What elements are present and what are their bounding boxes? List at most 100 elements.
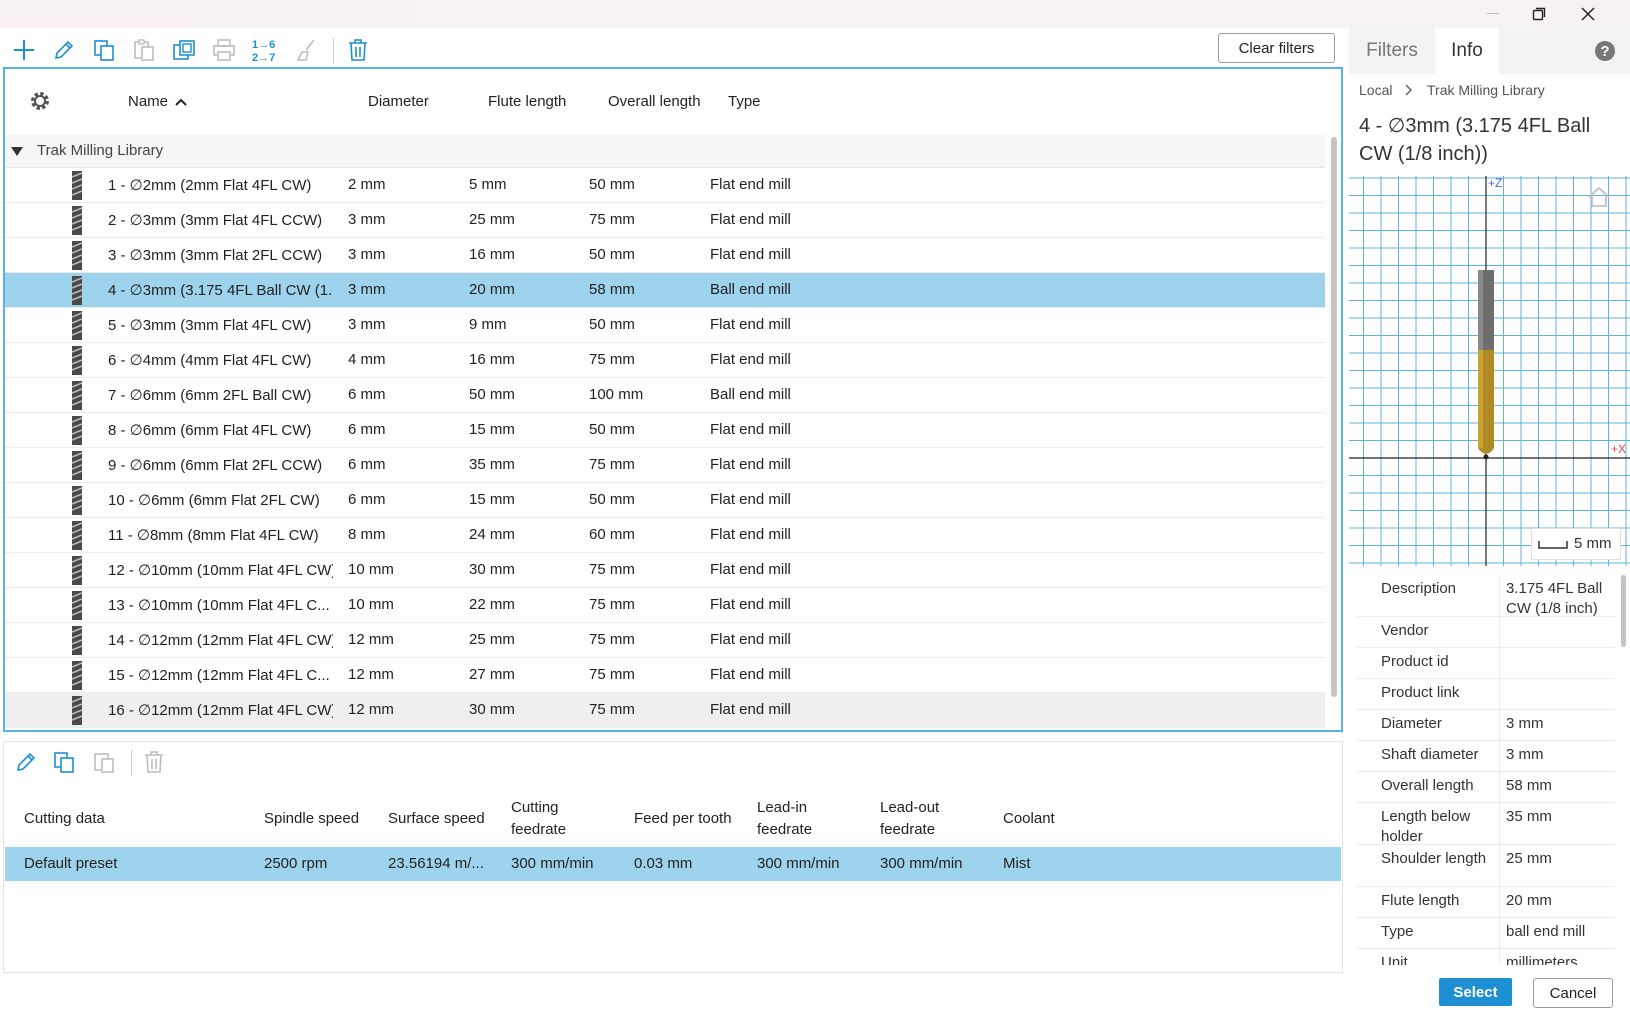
table-row[interactable]: 6 - ∅4mm (4mm Flat 4FL CW) 4 mm 16 mm 75 mm…	[5, 343, 1325, 378]
preset-feed-per-tooth: 0.03 mm	[634, 855, 693, 872]
edit-tool-button[interactable]	[50, 36, 78, 64]
collapse-triangle-icon	[11, 147, 23, 156]
property-label: Product id	[1381, 653, 1449, 670]
column-header-spindle-speed[interactable]: Spindle speed	[264, 808, 359, 830]
table-row[interactable]: 14 - ∅12mm (12mm Flat 4FL CW) 12 mm 25 mm 7…	[5, 623, 1325, 658]
tool-flute-length: 5 mm	[469, 176, 507, 193]
table-row[interactable]: 13 - ∅10mm (10mm Flat 4FL C... 10 mm 22 mm…	[5, 588, 1325, 623]
delete-tool-button[interactable]	[344, 36, 372, 64]
column-header-type[interactable]: Type	[728, 93, 761, 110]
table-row[interactable]: 1 - ∅2mm (2mm Flat 4FL CW) 2 mm 5 mm 50 mm F…	[5, 168, 1325, 203]
tab-info[interactable]: Info	[1435, 28, 1499, 74]
table-row[interactable]: 5 - ∅3mm (3mm Flat 4FL CW) 3 mm 9 mm 50 mm F…	[5, 308, 1325, 343]
tool-preview-viewer[interactable]: +Z +X 5 mm	[1349, 176, 1630, 566]
trash-icon	[145, 751, 163, 773]
table-row[interactable]: 7 - ∅6mm (6mm 2FL Ball CW) 6 mm 50 mm 100 m…	[5, 378, 1325, 413]
table-row[interactable]: 10 - ∅6mm (6mm Flat 2FL CW) 6 mm 15 mm 50 m…	[5, 483, 1325, 518]
endmill-thumbnail-icon	[71, 521, 83, 550]
tab-filters[interactable]: Filters	[1349, 28, 1435, 74]
side-tabs: Filters Info ?	[1349, 28, 1630, 74]
copy-icon	[94, 40, 114, 61]
table-row[interactable]: 2 - ∅3mm (3mm Flat 4FL CCW) 3 mm 25 mm 75 m…	[5, 203, 1325, 238]
tool-overall-length: 75 mm	[589, 351, 635, 368]
paste-tool-button[interactable]	[130, 36, 158, 64]
column-header-cutting-data[interactable]: Cutting data	[24, 808, 105, 830]
restore-button[interactable]	[1516, 0, 1562, 28]
table-row[interactable]: 4 - ∅3mm (3.175 4FL Ball CW (1... 3 mm 20 …	[5, 273, 1325, 308]
select-button[interactable]: Select	[1439, 978, 1512, 1006]
paste-preset-button[interactable]	[90, 748, 118, 776]
home-view-button[interactable]	[1586, 186, 1612, 212]
property-row: Length below holder 35 mm	[1357, 803, 1615, 845]
tool-diameter: 6 mm	[348, 456, 386, 473]
tool-overall-length: 60 mm	[589, 526, 635, 543]
close-button[interactable]	[1565, 0, 1611, 28]
tool-flute-length: 16 mm	[469, 246, 515, 263]
endmill-thumbnail-icon	[71, 346, 83, 375]
column-header-feed-per-tooth[interactable]: Feed per tooth	[634, 808, 732, 830]
breadcrumb-leaf[interactable]: Trak Milling Library	[1427, 82, 1545, 98]
help-button[interactable]: ?	[1594, 40, 1616, 62]
tool-name: 12 - ∅10mm (10mm Flat 4FL CW)	[108, 562, 333, 579]
table-scrollbar[interactable]	[1331, 137, 1337, 697]
column-header-lead-out-feedrate[interactable]: Lead-out feedrate	[880, 797, 939, 841]
endmill-thumbnail-icon	[71, 486, 83, 515]
table-row[interactable]: 15 - ∅12mm (12mm Flat 4FL C... 12 mm 27 mm…	[5, 658, 1325, 693]
table-row[interactable]: 9 - ∅6mm (6mm Flat 2FL CCW) 6 mm 35 mm 75 m…	[5, 448, 1325, 483]
table-header: Name Diameter Flute length Overall lengt…	[5, 69, 1341, 135]
scale-label: 5 mm	[1574, 535, 1612, 552]
clear-filters-button[interactable]: Clear filters	[1218, 33, 1335, 63]
tool-flute-length: 20 mm	[469, 281, 515, 298]
edit-preset-button[interactable]	[12, 748, 40, 776]
duplicate-tool-button[interactable]	[170, 36, 198, 64]
column-header-cutting-feedrate[interactable]: Cutting feedrate	[511, 797, 566, 841]
minimize-button[interactable]	[1470, 0, 1516, 28]
add-tool-button[interactable]	[10, 36, 38, 64]
endmill-thumbnail-icon	[71, 276, 83, 305]
table-row[interactable]: 11 - ∅8mm (8mm Flat 4FL CW) 8 mm 24 mm 60 m…	[5, 518, 1325, 553]
tool-rows: 1 - ∅2mm (2mm Flat 4FL CW) 2 mm 5 mm 50 mm F…	[5, 168, 1325, 728]
delete-preset-button[interactable]	[140, 748, 168, 776]
copy-tool-button[interactable]	[90, 36, 118, 64]
tool-flute-length: 15 mm	[469, 421, 515, 438]
library-group-row[interactable]: Trak Milling Library	[5, 135, 1325, 168]
toolbar-divider	[131, 750, 132, 776]
column-header-surface-speed[interactable]: Surface speed	[388, 808, 485, 830]
property-row: Vendor	[1357, 617, 1615, 648]
tool-type: Flat end mill	[710, 631, 791, 648]
tool-type: Flat end mill	[710, 316, 791, 333]
tool-type: Flat end mill	[710, 666, 791, 683]
table-row[interactable]: 12 - ∅10mm (10mm Flat 4FL CW) 10 mm 30 mm 7…	[5, 553, 1325, 588]
copy-preset-button[interactable]	[50, 748, 78, 776]
paste-icon	[134, 39, 154, 61]
endmill-thumbnail-icon	[71, 556, 83, 585]
table-row[interactable]: 3 - ∅3mm (3mm Flat 2FL CCW) 3 mm 16 mm 50 m…	[5, 238, 1325, 273]
column-header-diameter[interactable]: Diameter	[368, 93, 429, 110]
cleanup-button[interactable]	[292, 36, 320, 64]
column-header-overall-length[interactable]: Overall length	[608, 93, 701, 110]
renumber-button[interactable]: 1→6 2→7	[250, 36, 282, 64]
property-value: 3 mm	[1499, 710, 1615, 740]
tool-diameter: 3 mm	[348, 246, 386, 263]
column-header-flute-length[interactable]: Flute length	[488, 93, 566, 110]
table-row[interactable]: 16 - ∅12mm (12mm Flat 4FL CW) 12 mm 30 mm 7…	[5, 693, 1325, 728]
preset-row[interactable]: Default preset 2500 rpm 23.56194 m/... 3…	[5, 847, 1341, 881]
tool-flute-length: 24 mm	[469, 526, 515, 543]
column-header-lead-in-feedrate[interactable]: Lead-in feedrate	[757, 797, 812, 841]
property-value: 58 mm	[1499, 772, 1615, 802]
table-row[interactable]: 8 - ∅6mm (6mm Flat 4FL CW) 6 mm 15 mm 50 mm…	[5, 413, 1325, 448]
tool-overall-length: 75 mm	[589, 596, 635, 613]
sort-ascending-icon	[175, 98, 187, 106]
tool-diameter: 6 mm	[348, 421, 386, 438]
breadcrumb-root[interactable]: Local	[1359, 82, 1392, 98]
property-label: Shoulder length	[1381, 850, 1487, 867]
column-header-name[interactable]: Name	[128, 93, 187, 110]
properties-scrollbar[interactable]	[1621, 575, 1626, 647]
column-settings-button[interactable]	[29, 90, 51, 116]
tool-name: 8 - ∅6mm (6mm Flat 4FL CW)	[108, 422, 312, 439]
cancel-button[interactable]: Cancel	[1533, 978, 1613, 1008]
column-header-coolant[interactable]: Coolant	[1003, 808, 1055, 830]
property-label: Diameter	[1381, 715, 1442, 732]
tool-diameter: 12 mm	[348, 631, 394, 648]
print-button[interactable]	[210, 36, 238, 64]
